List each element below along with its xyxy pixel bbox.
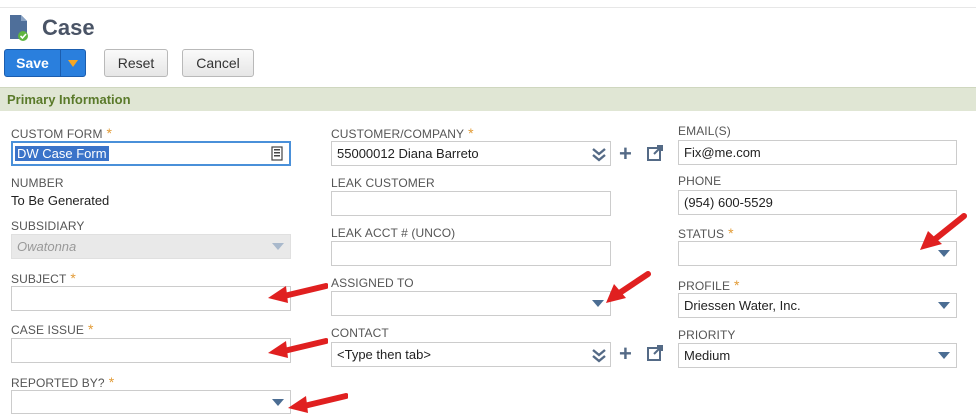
subsidiary-select: Owatonna <box>11 234 291 259</box>
red-arrow-icon <box>268 283 328 303</box>
page-title: Case <box>42 15 95 40</box>
caret-down-icon <box>938 302 950 309</box>
priority-value: Medium <box>684 348 731 363</box>
required-marker: * <box>70 270 76 286</box>
phone-input[interactable]: (954) 600-5529 <box>678 190 957 215</box>
double-chevron-down-icon[interactable] <box>592 146 606 169</box>
customer-company-label: CUSTOMER/COMPANY * <box>331 125 474 141</box>
custom-form-label: CUSTOM FORM * <box>11 125 112 141</box>
contact-value: <Type then tab> <box>337 347 431 362</box>
status-select[interactable] <box>678 241 957 266</box>
case-document-icon <box>8 14 30 42</box>
email-input[interactable]: Fix@me.com <box>678 140 957 165</box>
section-title: Primary Information <box>7 92 131 107</box>
phone-label: PHONE <box>678 174 722 188</box>
case-issue-input[interactable] <box>11 338 291 363</box>
page-header: Case <box>8 14 95 42</box>
save-options-button[interactable] <box>61 50 85 76</box>
add-contact-plus-icon[interactable]: + <box>619 343 632 365</box>
red-arrow-icon <box>920 213 967 250</box>
case-issue-label-text: CASE ISSUE <box>11 323 85 337</box>
leak-customer-input[interactable] <box>331 191 611 216</box>
save-button[interactable]: Save <box>5 50 61 76</box>
caret-down-icon <box>272 399 284 406</box>
required-marker: * <box>88 321 94 337</box>
caret-down-icon <box>938 352 950 359</box>
status-label-text: STATUS <box>678 227 725 241</box>
red-arrow-icon <box>288 393 348 413</box>
subject-label-text: SUBJECT <box>11 272 67 286</box>
red-arrow-icon <box>268 338 328 358</box>
form-toolbar: Save Reset Cancel <box>4 49 254 77</box>
caret-down-icon <box>272 243 284 250</box>
number-value: To Be Generated <box>11 193 110 208</box>
add-customer-plus-icon[interactable]: + <box>619 143 632 165</box>
required-marker: * <box>468 125 474 141</box>
assigned-to-select[interactable] <box>331 291 611 316</box>
assigned-to-label: ASSIGNED TO <box>331 276 414 290</box>
customer-company-input[interactable]: 55000012 Diana Barreto <box>331 141 611 166</box>
red-arrow-icon <box>606 271 651 303</box>
status-label: STATUS * <box>678 225 734 241</box>
profile-label: PROFILE * <box>678 277 740 293</box>
primary-information-section[interactable]: Primary Information <box>0 87 976 111</box>
priority-label: PRIORITY <box>678 328 736 342</box>
number-label: NUMBER <box>11 176 64 190</box>
contact-input[interactable]: <Type then tab> <box>331 342 611 367</box>
case-issue-label: CASE ISSUE * <box>11 321 94 337</box>
subject-input[interactable] <box>11 286 291 311</box>
custom-form-value: DW Case Form <box>15 146 109 161</box>
double-chevron-down-icon[interactable] <box>592 347 606 370</box>
caret-down-icon <box>592 300 604 307</box>
priority-select[interactable]: Medium <box>678 343 957 368</box>
customer-company-label-text: CUSTOMER/COMPANY <box>331 127 465 141</box>
required-marker: * <box>108 374 115 390</box>
custom-form-label-text: CUSTOM FORM <box>11 127 103 141</box>
required-marker: * <box>734 277 740 293</box>
subject-label: SUBJECT * <box>11 270 76 286</box>
list-icon[interactable] <box>271 146 283 167</box>
reported-by-select[interactable] <box>11 390 291 414</box>
open-contact-external-icon[interactable] <box>647 345 663 364</box>
profile-select[interactable]: Driessen Water, Inc. <box>678 293 957 318</box>
subsidiary-label: SUBSIDIARY <box>11 219 85 233</box>
email-label: EMAIL(S) <box>678 124 731 138</box>
required-marker: * <box>728 225 734 241</box>
custom-form-select[interactable]: DW Case Form <box>11 141 291 166</box>
cancel-button[interactable]: Cancel <box>182 49 254 77</box>
subsidiary-value: Owatonna <box>17 239 77 254</box>
profile-label-text: PROFILE <box>678 279 731 293</box>
profile-value: Driessen Water, Inc. <box>684 298 801 313</box>
reset-button[interactable]: Reset <box>104 49 168 77</box>
save-button-group: Save <box>4 49 86 77</box>
reported-by-label-text: REPORTED BY? <box>11 376 105 390</box>
top-strip <box>0 0 976 8</box>
open-customer-external-icon[interactable] <box>647 145 663 164</box>
required-marker: * <box>106 125 113 141</box>
contact-label: CONTACT <box>331 326 389 340</box>
leak-customer-label: LEAK CUSTOMER <box>331 176 435 190</box>
customer-company-value: 55000012 Diana Barreto <box>337 146 479 161</box>
reported-by-label: REPORTED BY? * <box>11 374 114 390</box>
leak-acct-input[interactable] <box>331 241 611 266</box>
caret-down-icon <box>68 59 78 67</box>
leak-acct-label: LEAK ACCT # (UNCO) <box>331 226 456 240</box>
